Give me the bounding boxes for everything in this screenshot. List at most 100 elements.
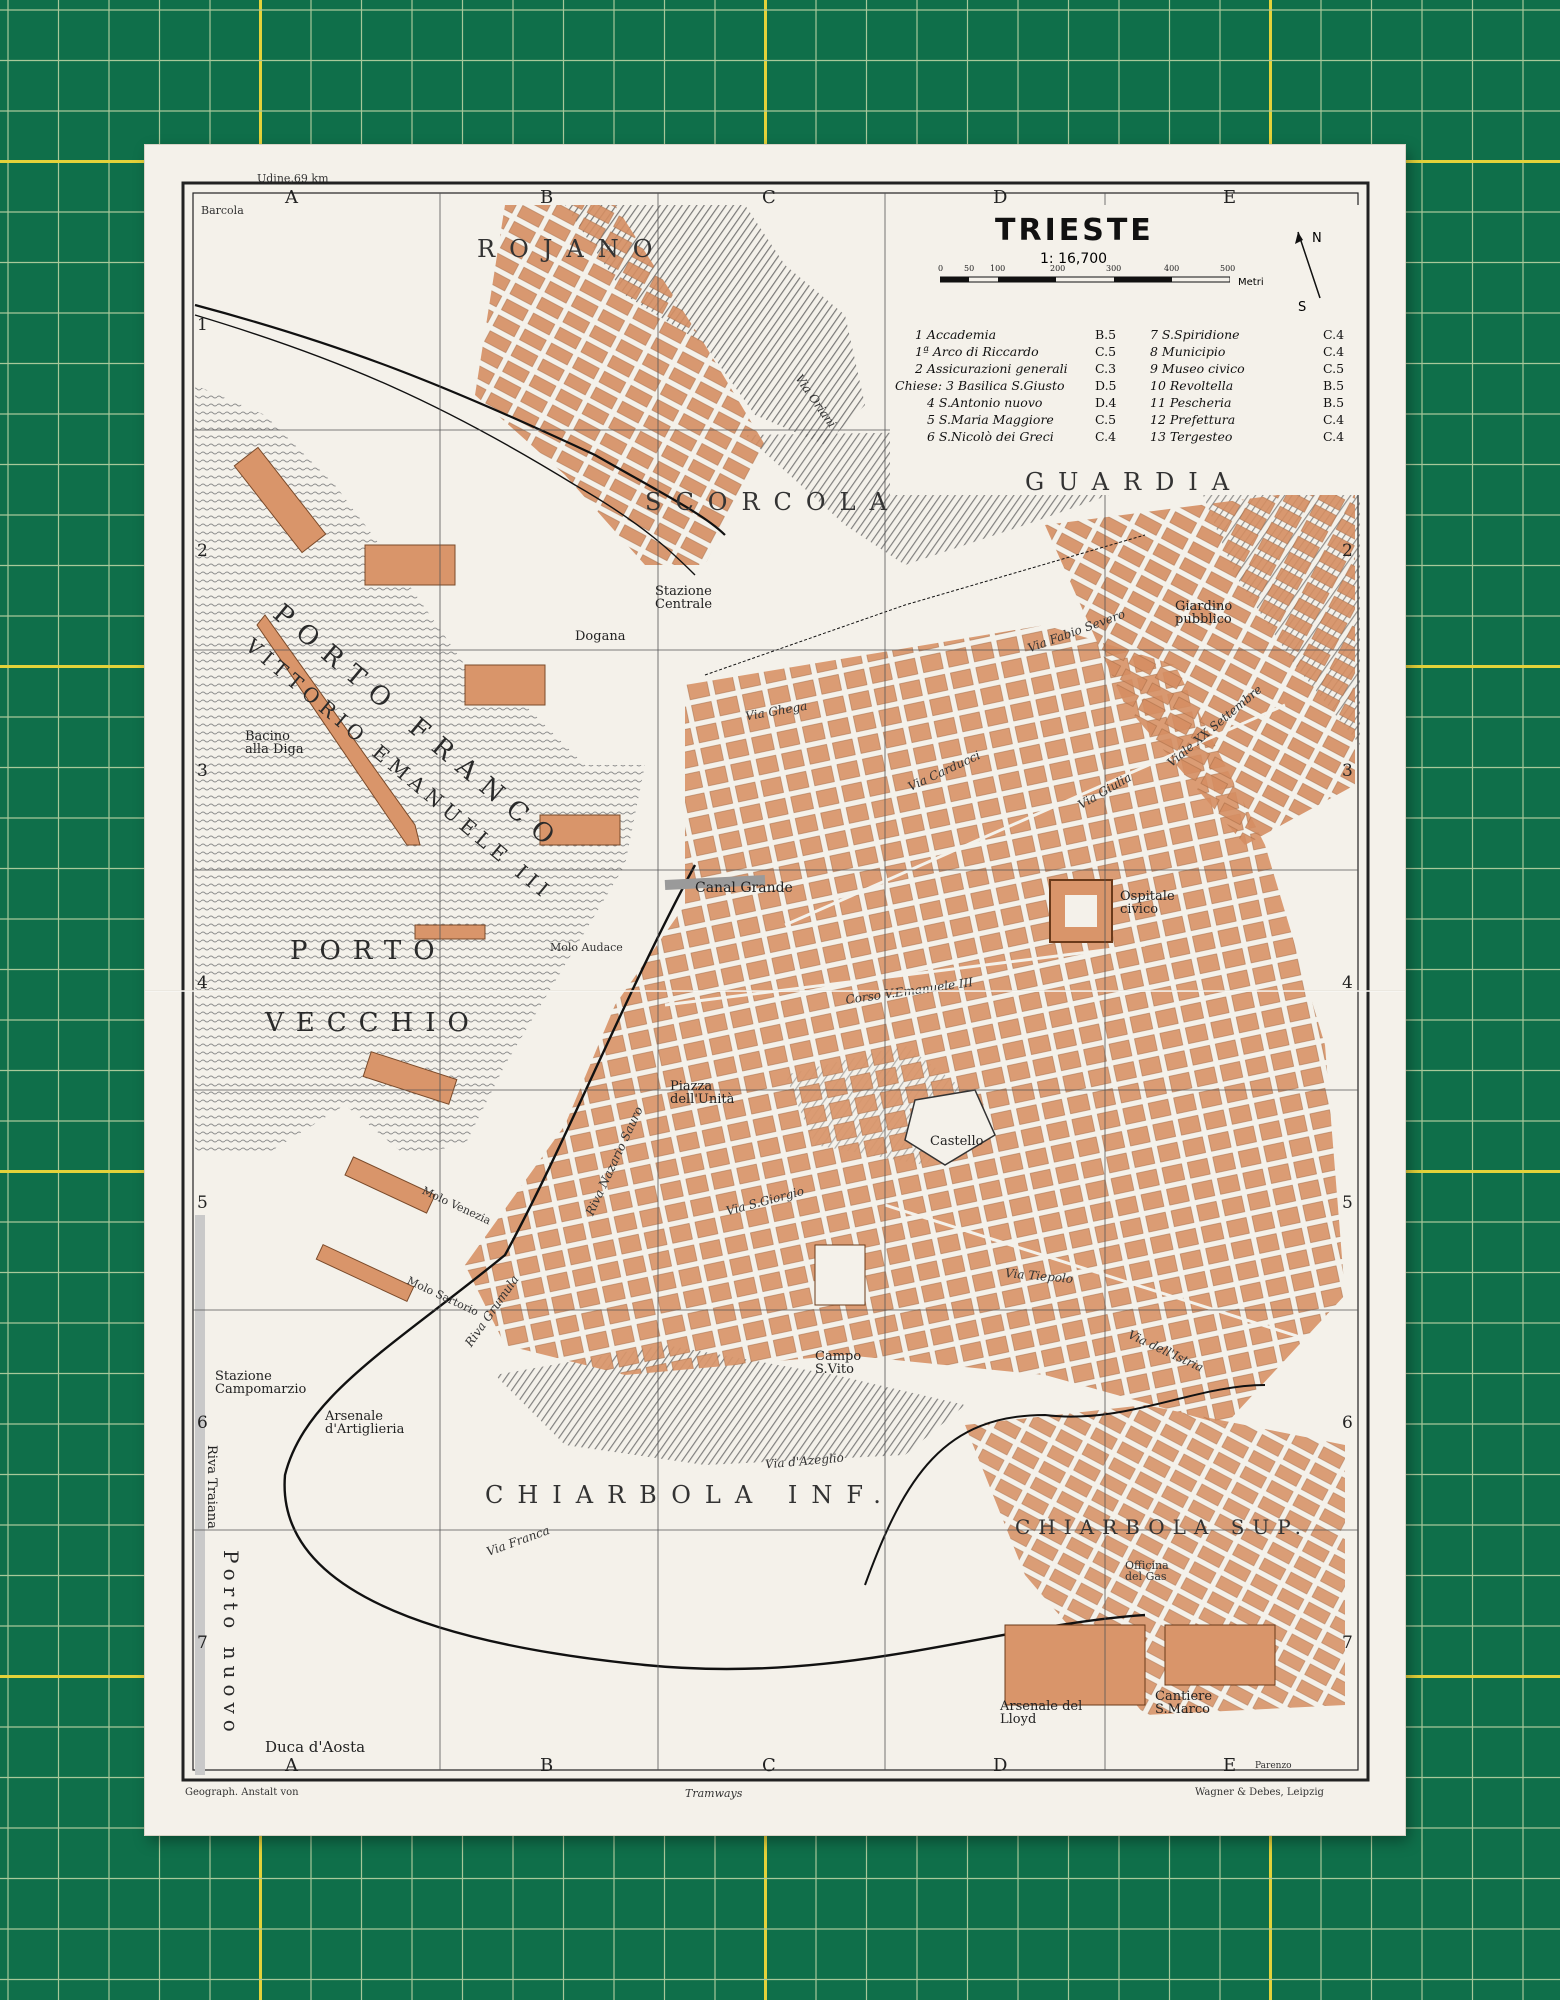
col-label-c-bottom: C <box>762 1755 776 1776</box>
district-chiarbola-inf: CHIARBOLA INF. <box>485 1481 895 1509</box>
scale-tick-400: 400 <box>1164 264 1180 273</box>
legend-ref: D.4 <box>1095 395 1117 410</box>
legend-ref: B.5 <box>1323 378 1345 393</box>
label-canal-grande: Canal Grande <box>695 880 793 896</box>
map-sheet: A B C D E A B C D E 1 2 3 4 5 6 7 1 2 3 … <box>145 145 1405 1835</box>
footer-right: Wagner & Debes, Leipzig <box>1195 1787 1324 1798</box>
scale-tick-200: 200 <box>1050 264 1066 273</box>
legend-item: Chiese: 3 Basilica S.Giusto <box>895 378 1065 393</box>
scale-tick-100: 100 <box>990 264 1006 273</box>
district-chiarbola-sup: CHIARBOLA SUP. <box>1015 1515 1310 1539</box>
legend-item: 8 Municipio <box>1150 344 1226 359</box>
col-label-e-bottom: E <box>1223 1755 1237 1776</box>
row-label-6-right: 6 <box>1342 1413 1353 1433</box>
campo-svito <box>814 1244 866 1306</box>
map-title: TRIESTE <box>995 213 1154 248</box>
col-label-a-bottom: A <box>285 1755 298 1776</box>
legend-item: 5 S.Maria Maggiore <box>927 412 1054 427</box>
label-dogana: Dogana <box>575 629 626 644</box>
label-stazione: Stazione Centrale <box>655 584 713 612</box>
legend-item: 11 Pescheria <box>1150 395 1232 410</box>
ospitale-court <box>1065 895 1097 927</box>
district-guardia: GUARDIA <box>1025 468 1244 496</box>
col-label-b-bottom: B <box>540 1755 554 1776</box>
label-cantiere: Cantiere S.Marco <box>1155 1689 1213 1717</box>
label-ospitale: Ospitale civico <box>1120 889 1175 917</box>
legend-item: 6 S.Nicolò dei Greci <box>927 429 1054 444</box>
label-arsenale-lloyd: Arsenale del Lloyd <box>1000 1699 1083 1727</box>
label-udine: Udine,69 km <box>257 172 329 185</box>
legend-ref: C.3 <box>1095 361 1117 376</box>
scale-bar <box>940 276 1230 283</box>
district-rojano: ROJANO <box>477 235 667 263</box>
title-box: TRIESTE 1: 16,700 0 50 100 200 300 400 5… <box>890 205 1360 495</box>
label-barcola: Barcola <box>201 204 244 217</box>
scale-tick-0: 0 <box>938 264 944 273</box>
compass-south: S <box>1298 300 1307 315</box>
legend-ref: B.5 <box>1095 327 1117 342</box>
arsenale-lloyd <box>1004 1624 1146 1706</box>
label-castello: Castello <box>930 1134 984 1149</box>
legend-ref: C.4 <box>1323 344 1345 359</box>
district-scorcola: SCORCOLA <box>645 488 901 516</box>
legend-ref: C.4 <box>1323 429 1345 444</box>
row-label-2-right: 2 <box>1342 541 1353 561</box>
molo-sartorio <box>315 1243 415 1303</box>
col-label-d-bottom: D <box>993 1755 1008 1776</box>
footer-left: Geograph. Anstalt von <box>185 1787 299 1798</box>
compass-arrow-icon <box>1295 231 1321 299</box>
legend-item: 10 Revoltella <box>1150 378 1234 393</box>
legend-ref: B.5 <box>1323 395 1345 410</box>
row-label-1-left: 1 <box>197 315 208 335</box>
legend-item: 7 S.Spiridione <box>1150 327 1240 342</box>
legend-item: 9 Museo civico <box>1150 361 1245 376</box>
paper-fold <box>145 990 1405 992</box>
label-riva-traiana: Riva Traiana <box>204 1445 219 1529</box>
label-campo: Campo S.Vito <box>815 1349 862 1377</box>
label-diga: Bacino alla Diga <box>245 729 304 757</box>
harbor-vecchio: VECCHIO <box>265 1008 481 1038</box>
row-label-7-left: 7 <box>197 1633 208 1653</box>
footer-tramways: Tramways <box>685 1787 743 1800</box>
label-molo-audace: Molo Audace <box>550 941 623 954</box>
col-label-b-top: B <box>540 187 554 208</box>
legend-ref: C.5 <box>1323 361 1345 376</box>
label-giardino: Giardino pubblico <box>1175 599 1233 627</box>
scale-tick-300: 300 <box>1106 264 1122 273</box>
scale-tick-500: 500 <box>1220 264 1236 273</box>
legend-ref: C.4 <box>1095 429 1117 444</box>
row-label-5-left: 5 <box>197 1193 208 1213</box>
legend-item: 13 Tergesteo <box>1150 429 1233 444</box>
molo-3 <box>464 664 546 706</box>
cantiere <box>1164 1624 1276 1686</box>
legend-ref: D.5 <box>1095 378 1117 393</box>
legend-ref: C.5 <box>1095 344 1117 359</box>
scale-unit: Metri <box>1238 277 1264 288</box>
harbor-porto: PORTO <box>290 936 447 966</box>
label-arsenale-art: Arsenale d'Artiglieria <box>325 1409 405 1437</box>
harbor-porto-nuovo: Porto nuovo <box>219 1550 243 1738</box>
row-label-3-right: 3 <box>1342 761 1353 781</box>
molo-venezia <box>344 1156 436 1214</box>
legend-ref: C.5 <box>1095 412 1117 427</box>
col-label-a-top: A <box>285 187 298 208</box>
label-stazione-campomarzio: Stazione Campomarzio <box>215 1369 307 1397</box>
scale-tick-50: 50 <box>964 264 975 273</box>
legend-ref: C.4 <box>1323 327 1345 342</box>
label-gas: Officina del Gas <box>1125 1559 1169 1583</box>
label-piazza-unita: Piazza dell'Unità <box>670 1079 735 1107</box>
legend-item: 4 S.Antonio nuovo <box>927 395 1043 410</box>
legend-item: 12 Prefettura <box>1150 412 1236 427</box>
compass-north: N <box>1312 231 1322 246</box>
row-label-3-left: 3 <box>197 761 208 781</box>
legend-item: 1 Accademia <box>915 327 997 342</box>
col-label-c-top: C <box>762 187 776 208</box>
row-label-6-left: 6 <box>197 1413 208 1433</box>
row-label-7-right: 7 <box>1342 1633 1353 1653</box>
label-duca-aosta: Duca d'Aosta <box>265 1738 366 1756</box>
row-label-5-right: 5 <box>1342 1193 1353 1213</box>
row-label-2-left: 2 <box>197 541 208 561</box>
label-parenzo: Parenzo <box>1255 1761 1292 1771</box>
legend-ref: C.4 <box>1323 412 1345 427</box>
legend-item: 2 Assicurazioni generali <box>915 361 1068 376</box>
